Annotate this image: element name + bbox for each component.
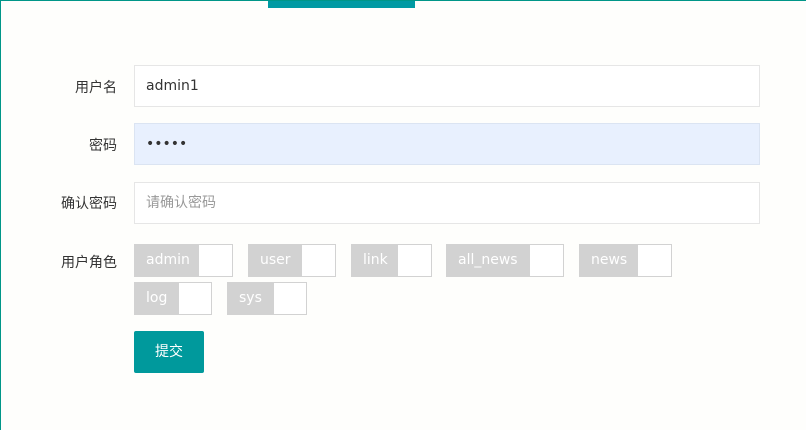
- role-switch-label: sys: [228, 283, 274, 314]
- role-switch-all-news[interactable]: all_news: [446, 244, 564, 277]
- roles-label: 用户角色: [61, 255, 117, 271]
- role-switch-link[interactable]: link: [351, 244, 432, 277]
- role-switch-label: admin: [135, 245, 199, 276]
- role-switch-label: all_news: [447, 245, 530, 276]
- confirm-password-input[interactable]: [134, 182, 760, 224]
- confirm-password-label: 确认密码: [61, 196, 117, 212]
- role-switch-label: news: [580, 245, 638, 276]
- role-switch-news[interactable]: news: [579, 244, 672, 277]
- role-switch-log[interactable]: log: [134, 282, 212, 315]
- active-tab-indicator: [268, 1, 415, 8]
- role-switch-user[interactable]: user: [248, 244, 336, 277]
- content-frame: 用户名 密码 确认密码 用户角色 admin user link all_new…: [0, 0, 806, 430]
- role-switch-sys[interactable]: sys: [227, 282, 307, 315]
- role-switch-label: user: [249, 245, 302, 276]
- password-label: 密码: [89, 138, 117, 154]
- submit-button[interactable]: 提交: [134, 331, 204, 373]
- password-input[interactable]: [134, 123, 760, 165]
- username-input[interactable]: [134, 65, 760, 107]
- role-switch-admin[interactable]: admin: [134, 244, 233, 277]
- username-label: 用户名: [75, 80, 117, 96]
- role-switch-label: log: [135, 283, 179, 314]
- role-switch-label: link: [352, 245, 398, 276]
